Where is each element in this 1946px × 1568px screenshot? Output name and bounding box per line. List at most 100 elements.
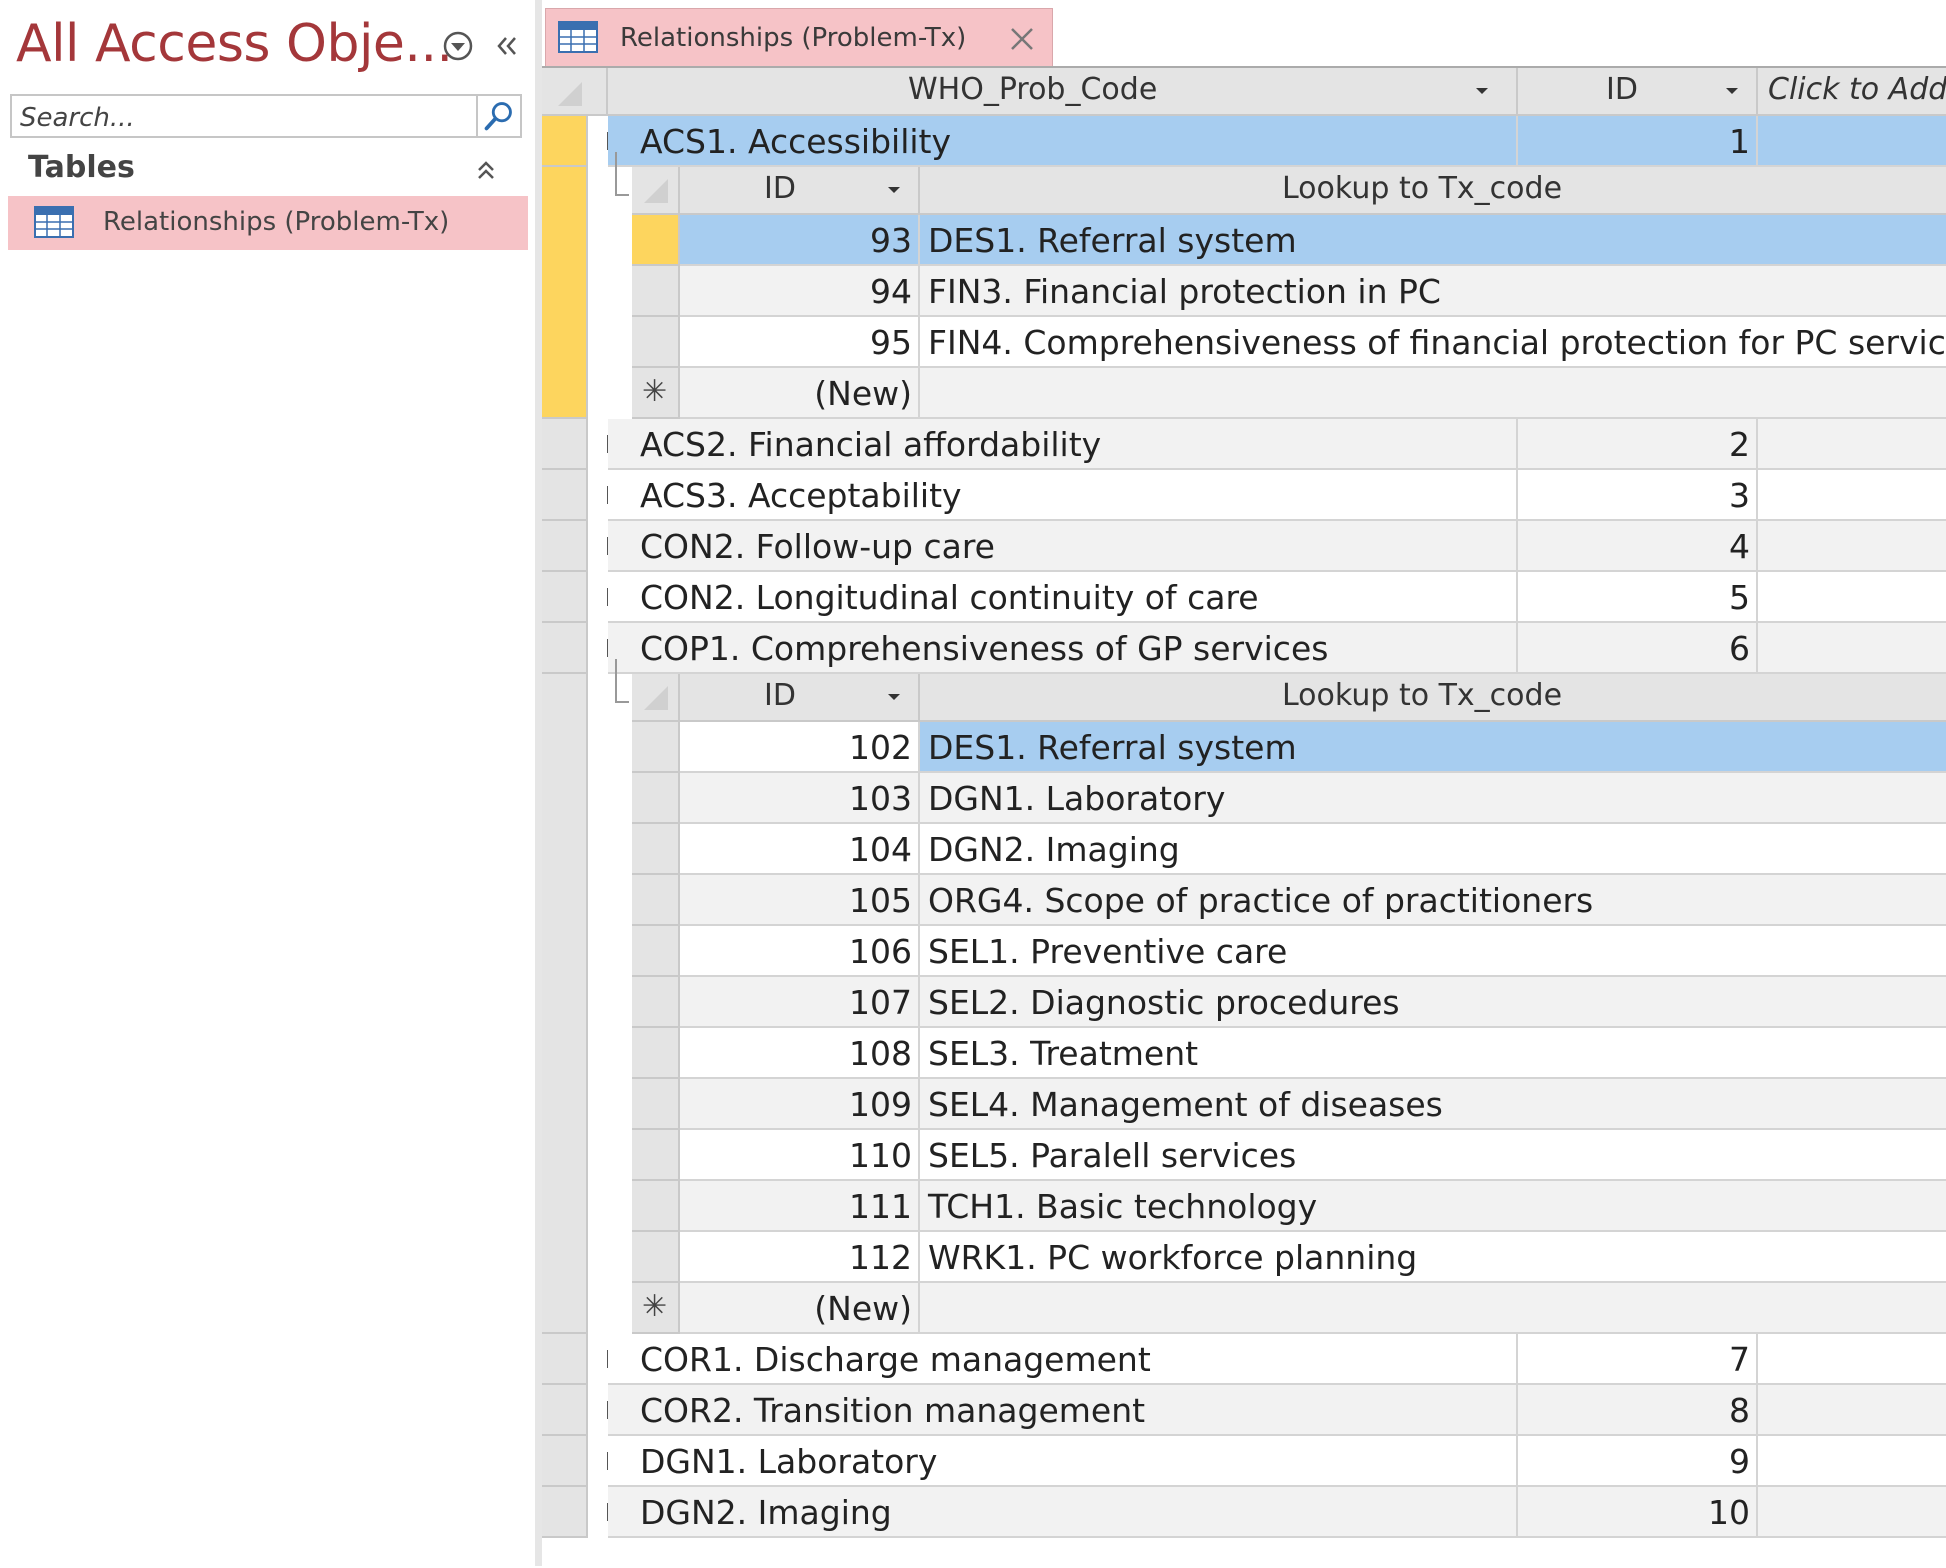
record-selector[interactable]: ✳ bbox=[632, 368, 680, 419]
record-selector[interactable] bbox=[632, 977, 680, 1028]
add-cell[interactable] bbox=[1758, 1487, 1946, 1538]
lookup-tx-cell[interactable]: ORG4. Scope of practice of practitioners bbox=[920, 875, 1946, 926]
id-cell[interactable]: 10 bbox=[1518, 1487, 1758, 1538]
add-cell[interactable] bbox=[1758, 1334, 1946, 1385]
record-selector[interactable] bbox=[632, 722, 680, 773]
lookup-tx-cell[interactable]: DGN1. Laboratory bbox=[920, 773, 1946, 824]
id-cell[interactable]: 5 bbox=[1518, 572, 1758, 623]
record-selector[interactable] bbox=[632, 215, 680, 266]
record-selector[interactable] bbox=[632, 824, 680, 875]
search-icon[interactable] bbox=[476, 96, 520, 136]
id-cell[interactable]: 4 bbox=[1518, 521, 1758, 572]
sub-id-cell[interactable]: 107 bbox=[680, 977, 920, 1028]
table-row[interactable]: CON2. Follow-up care 4 bbox=[542, 521, 1946, 572]
subtable-row[interactable]: 107 SEL2. Diagnostic procedures bbox=[542, 977, 1946, 1028]
table-row[interactable]: ACS1. Accessibility 1 bbox=[542, 116, 1946, 167]
id-cell[interactable]: 6 bbox=[1518, 623, 1758, 674]
column-header-lookup-tx-code[interactable]: Lookup to Tx_code bbox=[920, 674, 1946, 722]
add-cell[interactable] bbox=[1758, 623, 1946, 674]
new-record-id-cell[interactable]: (New) bbox=[680, 1283, 920, 1334]
subtable-row[interactable]: 108 SEL3. Treatment bbox=[542, 1028, 1946, 1079]
circle-dropdown-icon[interactable] bbox=[440, 28, 476, 64]
lookup-tx-cell[interactable]: DES1. Referral system bbox=[920, 722, 1946, 773]
subtable-row[interactable]: 102 DES1. Referral system bbox=[542, 722, 1946, 773]
add-cell[interactable] bbox=[1758, 1385, 1946, 1436]
table-row[interactable]: ACS3. Acceptability 3 bbox=[542, 470, 1946, 521]
subtable-row[interactable]: 109 SEL4. Management of diseases bbox=[542, 1079, 1946, 1130]
sub-id-cell[interactable]: 108 bbox=[680, 1028, 920, 1079]
record-selector[interactable] bbox=[632, 317, 680, 368]
nav-item-table[interactable]: Relationships (Problem-Tx) bbox=[8, 196, 528, 250]
record-selector[interactable] bbox=[542, 1487, 588, 1538]
column-header-id[interactable]: ID bbox=[680, 167, 920, 215]
chevron-down-icon[interactable] bbox=[1476, 88, 1488, 94]
nav-pane-title[interactable]: All Access Obje... bbox=[16, 14, 453, 74]
subtable-row[interactable]: 93 DES1. Referral system bbox=[542, 215, 1946, 266]
chevron-down-icon[interactable] bbox=[888, 187, 900, 193]
lookup-tx-cell[interactable]: SEL5. Paralell services bbox=[920, 1130, 1946, 1181]
table-row[interactable]: COR1. Discharge management 7 bbox=[542, 1334, 1946, 1385]
record-selector[interactable] bbox=[542, 1436, 588, 1487]
lookup-tx-cell[interactable]: TCH1. Basic technology bbox=[920, 1181, 1946, 1232]
sub-id-cell[interactable]: 102 bbox=[680, 722, 920, 773]
lookup-tx-cell[interactable]: SEL1. Preventive care bbox=[920, 926, 1946, 977]
table-row[interactable]: DGN2. Imaging 10 bbox=[542, 1487, 1946, 1538]
lookup-tx-cell[interactable]: FIN4. Comprehensiveness of financial pro… bbox=[920, 317, 1946, 368]
pane-splitter[interactable] bbox=[535, 0, 542, 1566]
record-selector[interactable] bbox=[632, 875, 680, 926]
add-cell[interactable] bbox=[1758, 572, 1946, 623]
new-record-id-cell[interactable]: (New) bbox=[680, 368, 920, 419]
subtable-row[interactable]: 111 TCH1. Basic technology bbox=[542, 1181, 1946, 1232]
column-header-id[interactable]: ID bbox=[680, 674, 920, 722]
id-cell[interactable]: 1 bbox=[1518, 116, 1758, 167]
table-row[interactable]: ACS2. Financial affordability 2 bbox=[542, 419, 1946, 470]
lookup-tx-cell[interactable]: FIN3. Financial protection in PC bbox=[920, 266, 1946, 317]
search-input[interactable] bbox=[18, 100, 482, 136]
subtable-row[interactable]: 110 SEL5. Paralell services bbox=[542, 1130, 1946, 1181]
code-cell[interactable]: COR2. Transition management bbox=[632, 1385, 1518, 1436]
table-row[interactable]: DGN1. Laboratory 9 bbox=[542, 1436, 1946, 1487]
new-record-lookup-cell[interactable] bbox=[920, 1283, 1946, 1334]
record-selector[interactable] bbox=[542, 623, 588, 674]
new-record-row[interactable]: ✳ (New) bbox=[542, 368, 1946, 419]
column-header-lookup-tx-code[interactable]: Lookup to Tx_code bbox=[920, 167, 1946, 215]
lookup-tx-cell[interactable]: SEL4. Management of diseases bbox=[920, 1079, 1946, 1130]
sub-id-cell[interactable]: 104 bbox=[680, 824, 920, 875]
document-tab[interactable]: Relationships (Problem-Tx) bbox=[545, 8, 1053, 66]
column-header-click-to-add[interactable]: Click to Add bbox=[1758, 68, 1946, 116]
record-selector[interactable] bbox=[542, 1385, 588, 1436]
lookup-tx-cell[interactable]: DES1. Referral system bbox=[920, 215, 1946, 266]
lookup-tx-cell[interactable]: SEL3. Treatment bbox=[920, 1028, 1946, 1079]
id-cell[interactable]: 3 bbox=[1518, 470, 1758, 521]
record-selector[interactable] bbox=[632, 1232, 680, 1283]
add-cell[interactable] bbox=[1758, 1436, 1946, 1487]
code-cell[interactable]: DGN2. Imaging bbox=[632, 1487, 1518, 1538]
column-header-id[interactable]: ID bbox=[1518, 68, 1758, 116]
sub-id-cell[interactable]: 109 bbox=[680, 1079, 920, 1130]
new-record-lookup-cell[interactable] bbox=[920, 368, 1946, 419]
subtable-row[interactable]: 106 SEL1. Preventive care bbox=[542, 926, 1946, 977]
select-all-corner[interactable] bbox=[542, 68, 608, 116]
subtable-row[interactable]: 95 FIN4. Comprehensiveness of financial p… bbox=[542, 317, 1946, 368]
code-cell[interactable]: DGN1. Laboratory bbox=[632, 1436, 1518, 1487]
subtable-row[interactable]: 104 DGN2. Imaging bbox=[542, 824, 1946, 875]
record-selector[interactable]: ✳ bbox=[632, 1283, 680, 1334]
code-cell[interactable]: ACS1. Accessibility bbox=[632, 116, 1518, 167]
code-cell[interactable]: COR1. Discharge management bbox=[632, 1334, 1518, 1385]
sub-id-cell[interactable]: 106 bbox=[680, 926, 920, 977]
lookup-tx-cell[interactable]: DGN2. Imaging bbox=[920, 824, 1946, 875]
id-cell[interactable]: 7 bbox=[1518, 1334, 1758, 1385]
subtable-row[interactable]: 105 ORG4. Scope of practice of practition… bbox=[542, 875, 1946, 926]
lookup-tx-cell[interactable]: WRK1. PC workforce planning bbox=[920, 1232, 1946, 1283]
select-all-corner[interactable] bbox=[632, 167, 680, 215]
lookup-tx-cell[interactable]: SEL2. Diagnostic procedures bbox=[920, 977, 1946, 1028]
new-record-row[interactable]: ✳ (New) bbox=[542, 1283, 1946, 1334]
code-cell[interactable]: COP1. Comprehensiveness of GP services bbox=[632, 623, 1518, 674]
table-row[interactable]: COR2. Transition management 8 bbox=[542, 1385, 1946, 1436]
subtable-row[interactable]: 94 FIN3. Financial protection in PC bbox=[542, 266, 1946, 317]
record-selector[interactable] bbox=[632, 1130, 680, 1181]
table-row[interactable]: CON2. Longitudinal continuity of care 5 bbox=[542, 572, 1946, 623]
record-selector[interactable] bbox=[632, 926, 680, 977]
sub-id-cell[interactable]: 95 bbox=[680, 317, 920, 368]
column-header-who-prob-code[interactable]: WHO_Prob_Code bbox=[608, 68, 1518, 116]
